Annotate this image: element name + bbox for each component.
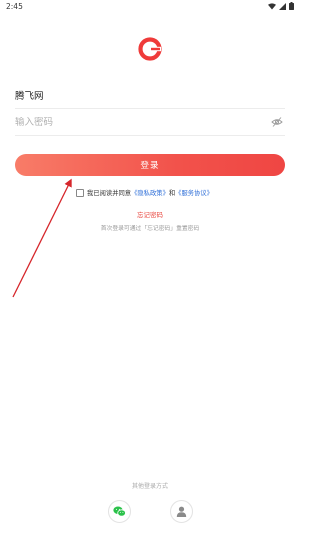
- other-login-title: 其他登录方式: [131, 483, 168, 490]
- status-icons: [268, 2, 294, 10]
- password-input[interactable]: [15, 116, 255, 128]
- status-time: 2:45: [6, 2, 23, 11]
- annotation-arrow-overlay: [12, 178, 72, 298]
- user-icon: [176, 506, 187, 517]
- service-agreement-link[interactable]: 《服务协议》: [175, 188, 213, 197]
- login-button[interactable]: 登录: [15, 154, 285, 176]
- privacy-policy-link[interactable]: 《隐私政策》: [131, 188, 169, 197]
- signal-icon: [279, 2, 286, 10]
- app-logo: [138, 37, 162, 61]
- wifi-icon: [268, 2, 276, 9]
- wechat-login-button[interactable]: [108, 500, 131, 523]
- first-login-hint: 首次登录可通过「忘记密码」重置密码: [100, 226, 200, 232]
- agreement-prefix: 我已阅读并同意: [87, 190, 132, 197]
- wechat-icon: [113, 506, 126, 517]
- status-bar: 2:45: [0, 0, 300, 14]
- annotation-arrow: [12, 178, 72, 298]
- username-field[interactable]: [15, 82, 285, 109]
- forgot-password-link[interactable]: 忘记密码: [0, 209, 300, 219]
- account-login-button[interactable]: [170, 500, 193, 523]
- agreement-checkbox[interactable]: [76, 188, 84, 197]
- password-field[interactable]: [15, 109, 285, 136]
- eye-off-icon[interactable]: [271, 116, 283, 128]
- battery-icon: [289, 2, 294, 10]
- username-input[interactable]: [15, 89, 255, 101]
- agreement-row: 我已阅读并同意 《隐私政策》 和 《服务协议》: [76, 188, 213, 197]
